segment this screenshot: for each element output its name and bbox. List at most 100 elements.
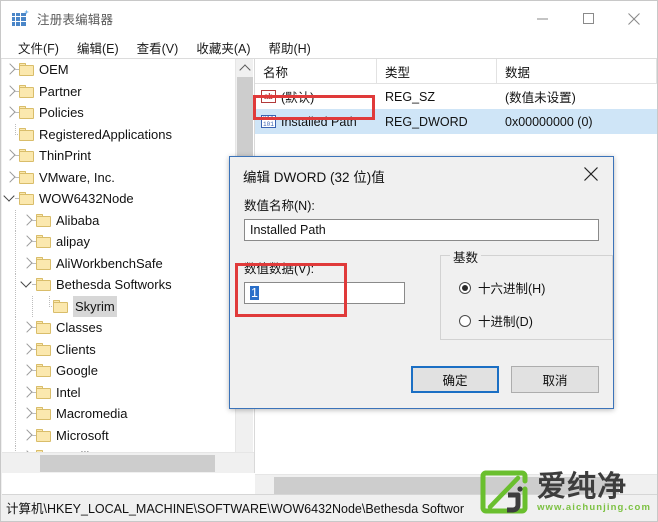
tree-hscroll-right-icon[interactable] <box>222 454 240 472</box>
menu-item-favorites[interactable]: 收藏夹(A) <box>187 36 259 59</box>
tree-leaf-connector <box>2 123 21 145</box>
aichunjing-logo-icon <box>478 469 530 515</box>
chevron-right-icon[interactable] <box>19 317 37 338</box>
values-table-row[interactable]: Installed Path REG_DWORD 0x00000000 (0) <box>255 109 657 134</box>
base-group-label: 基数 <box>450 247 482 266</box>
folder-icon <box>19 84 34 98</box>
tree-node-label: Clients <box>56 341 96 357</box>
value-name-text: (默认) <box>281 91 315 105</box>
values-hscroll-left-icon[interactable] <box>256 476 274 494</box>
chevron-right-icon[interactable] <box>19 253 37 274</box>
value-name-text: Installed Path <box>281 114 357 129</box>
tree-node-partner[interactable]: Partner <box>2 81 234 103</box>
tree-node-label: WOW6432Node <box>39 191 134 207</box>
tree-hscroll-left-icon[interactable] <box>3 454 21 472</box>
tree-hscroll-thumb[interactable] <box>40 455 215 472</box>
menu-item-edit[interactable]: 编辑(E) <box>68 36 128 59</box>
radio-decimal-label: 十进制(D) <box>478 315 533 329</box>
chevron-right-icon[interactable] <box>19 231 37 252</box>
window-caption-buttons <box>519 1 657 36</box>
tree-indent <box>19 295 36 317</box>
values-column-header-type[interactable]: 类型 <box>377 59 497 83</box>
tree-indent <box>2 295 19 317</box>
values-table-row[interactable]: ab (默认) REG_SZ (数值未设置) <box>255 84 657 109</box>
cancel-button[interactable]: 取消 <box>511 366 599 393</box>
maximize-button[interactable] <box>565 1 611 36</box>
radio-hexadecimal[interactable]: 十六进制(H) <box>459 278 612 297</box>
radio-decimal[interactable]: 十进制(D) <box>459 311 612 330</box>
tree-node-alibaba[interactable]: Alibaba <box>2 209 234 232</box>
tree-node-label: Intel <box>56 384 81 400</box>
values-column-header-name[interactable]: 名称 <box>255 59 377 83</box>
binary-value-icon <box>261 115 276 128</box>
menu-bar: 文件(F) 编辑(E) 查看(V) 收藏夹(A) 帮助(H) <box>1 36 657 59</box>
values-column-header-data[interactable]: 数据 <box>497 59 657 83</box>
radio-hexadecimal-icon[interactable] <box>459 281 471 294</box>
value-data-input[interactable]: 1 <box>244 282 405 304</box>
chevron-right-icon[interactable] <box>2 145 20 166</box>
value-name-label: 数值名称(N): <box>244 199 315 213</box>
chevron-down-icon[interactable] <box>19 274 37 295</box>
menu-item-file[interactable]: 文件(F) <box>9 36 68 59</box>
tree-node-bethesda-softworks[interactable]: Bethesda Softworks <box>2 274 234 296</box>
tree-node-intel[interactable]: Intel <box>2 381 234 404</box>
chevron-right-icon[interactable] <box>2 81 20 102</box>
tree-node-aliworkbenchsafe[interactable]: AliWorkbenchSafe <box>2 252 234 275</box>
tree-node-skyrim[interactable]: Skyrim <box>2 295 234 318</box>
ok-button[interactable]: 确定 <box>411 366 499 393</box>
chevron-right-icon[interactable] <box>19 382 37 403</box>
values-table-body[interactable]: ab (默认) REG_SZ (数值未设置) Installed Path REG_DWO… <box>255 84 657 134</box>
value-name-cell[interactable]: ab (默认) <box>255 84 377 109</box>
tree-indent <box>2 424 19 446</box>
folder-icon <box>36 407 51 421</box>
tree-node-macromedia[interactable]: Macromedia <box>2 403 234 425</box>
edit-dword-dialog: 编辑 DWORD (32 位)值 数值名称(N): Installed Path… <box>229 156 614 409</box>
registry-tree[interactable]: OEM Partner Policies RegisteredApplications… <box>2 59 234 473</box>
value-name-cell[interactable]: Installed Path <box>255 109 377 134</box>
tree-node-thinprint[interactable]: ThinPrint <box>2 145 234 167</box>
folder-icon <box>19 192 34 206</box>
tree-node-label: OEM <box>39 62 69 78</box>
close-button[interactable] <box>611 1 657 36</box>
tree-node-registeredapplications[interactable]: RegisteredApplications <box>2 123 234 146</box>
tree-node-clients[interactable]: Clients <box>2 338 234 361</box>
dialog-title: 编辑 DWORD (32 位)值 <box>243 170 385 185</box>
tree-node-microsoft[interactable]: Microsoft <box>2 424 234 447</box>
chevron-down-icon[interactable] <box>2 188 20 209</box>
tree-node-label: Bethesda Softworks <box>56 277 172 293</box>
tree-node-alipay[interactable]: alipay <box>2 231 234 253</box>
folder-icon <box>53 299 68 313</box>
tree-node-google[interactable]: Google <box>2 360 234 382</box>
tree-node-label: Alibaba <box>56 212 100 228</box>
menu-item-view[interactable]: 查看(V) <box>128 36 188 59</box>
tree-horizontal-scrollbar[interactable] <box>2 452 254 473</box>
chevron-right-icon[interactable] <box>19 403 37 424</box>
tree-node-label: Classes <box>56 320 103 336</box>
chevron-right-icon[interactable] <box>19 210 37 231</box>
tree-node-vmware-inc[interactable]: VMware, Inc. <box>2 167 234 189</box>
tree-indent <box>2 360 19 382</box>
tree-node-policies[interactable]: Policies <box>2 102 234 124</box>
tree-node-wow6432node[interactable]: WOW6432Node <box>2 188 234 210</box>
menu-item-help[interactable]: 帮助(H) <box>259 36 319 59</box>
chevron-right-icon[interactable] <box>19 425 37 446</box>
folder-icon <box>19 127 34 141</box>
tree-node-label: Policies <box>39 105 84 121</box>
value-name-input[interactable]: Installed Path <box>244 219 599 241</box>
tree-node-classes[interactable]: Classes <box>2 317 234 339</box>
folder-icon <box>36 321 51 335</box>
chevron-right-icon[interactable] <box>2 102 20 123</box>
chevron-right-icon[interactable] <box>19 339 37 360</box>
folder-icon <box>36 278 51 292</box>
registry-tree-pane: OEM Partner Policies RegisteredApplications… <box>2 59 255 473</box>
value-name-text: Installed Path <box>250 223 326 237</box>
minimize-button[interactable] <box>519 1 565 36</box>
tree-scroll-up-icon[interactable] <box>236 59 254 77</box>
dialog-close-button[interactable] <box>569 157 613 191</box>
chevron-right-icon[interactable] <box>2 167 20 188</box>
tree-node-oem[interactable]: OEM <box>2 59 234 81</box>
radio-decimal-icon[interactable] <box>459 314 471 327</box>
chevron-right-icon[interactable] <box>2 59 20 80</box>
folder-icon <box>36 364 51 378</box>
chevron-right-icon[interactable] <box>19 360 37 381</box>
